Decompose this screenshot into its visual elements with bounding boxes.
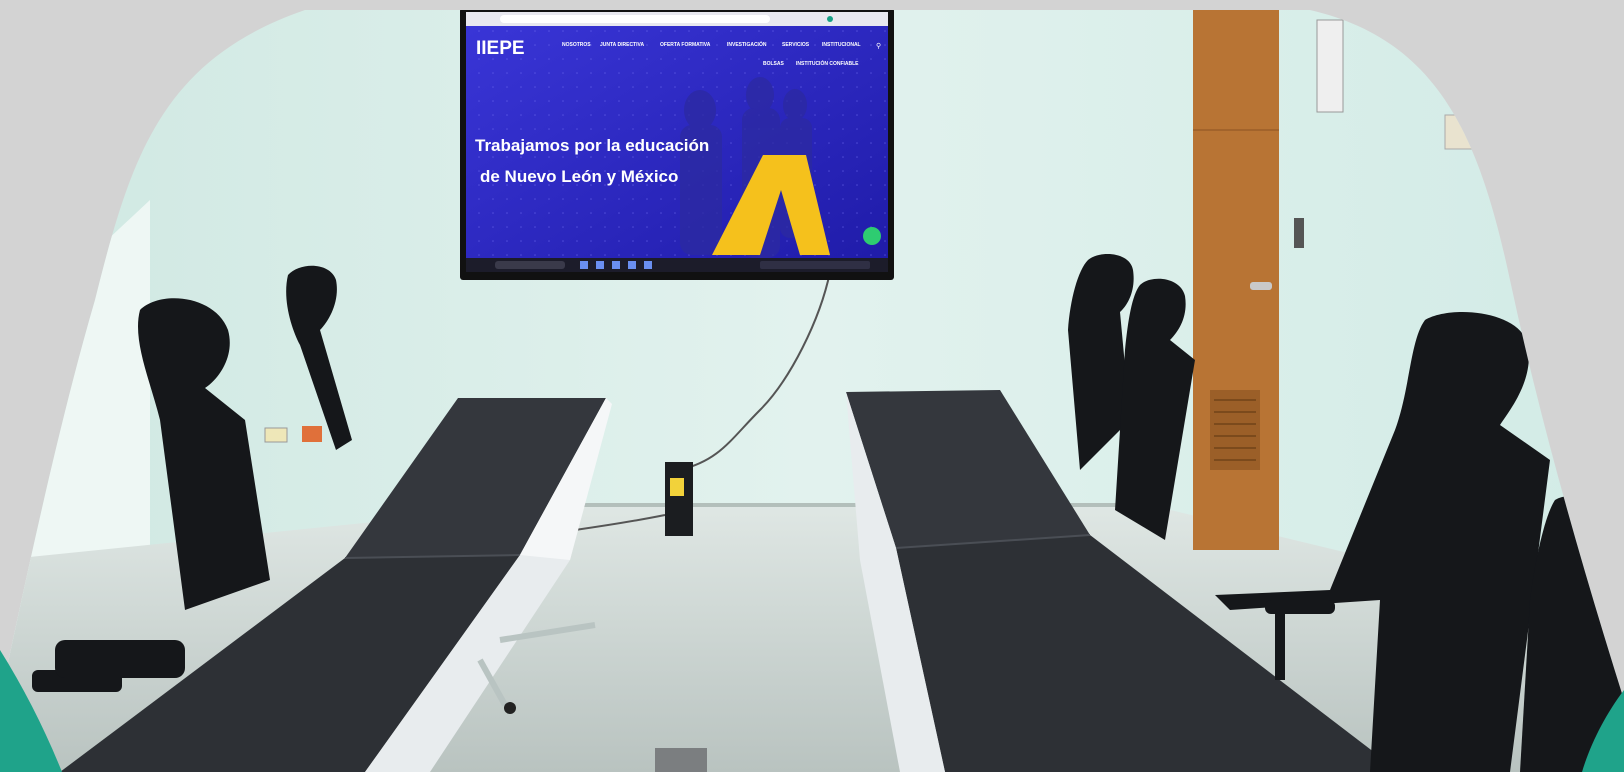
thermostat	[1444, 114, 1476, 150]
wall-sign	[1316, 19, 1344, 113]
screen-search-icon: ⚲	[876, 42, 881, 50]
floor-box	[655, 748, 707, 772]
light-switch	[1294, 218, 1304, 248]
screen-nav-item: SERVICIOS	[782, 42, 810, 48]
floor-cpu	[665, 462, 693, 536]
power-outlet-orange	[302, 426, 322, 442]
screen-nav-item: INVESTIGACIÓN	[727, 40, 767, 48]
whatsapp-icon	[863, 227, 881, 245]
screen-nav-item: NOSOTROS	[562, 42, 591, 48]
power-outlet	[264, 427, 288, 443]
screen-nav-item: INSTITUCIÓN CONFIABLE	[796, 59, 859, 67]
conference-room-photo: IIEPE NOSOTROS JUNTA DIRECTIVA OFERTA FO…	[0, 10, 1624, 772]
screen-headline-line1: Trabajamos por la educación	[475, 136, 709, 155]
screen-logo: IIEPE	[476, 38, 525, 59]
screen-headline-line2: de Nuevo León y México	[480, 167, 678, 186]
door-handle	[1250, 282, 1272, 290]
screen-nav-item: OFERTA FORMATIVA	[660, 42, 711, 48]
screen-nav-item: INSTITUCIONAL	[822, 42, 861, 48]
screen-nav-item: BOLSAS	[763, 61, 785, 67]
door-vent	[1210, 390, 1260, 470]
screen-nav-item: JUNTA DIRECTIVA	[600, 42, 644, 48]
